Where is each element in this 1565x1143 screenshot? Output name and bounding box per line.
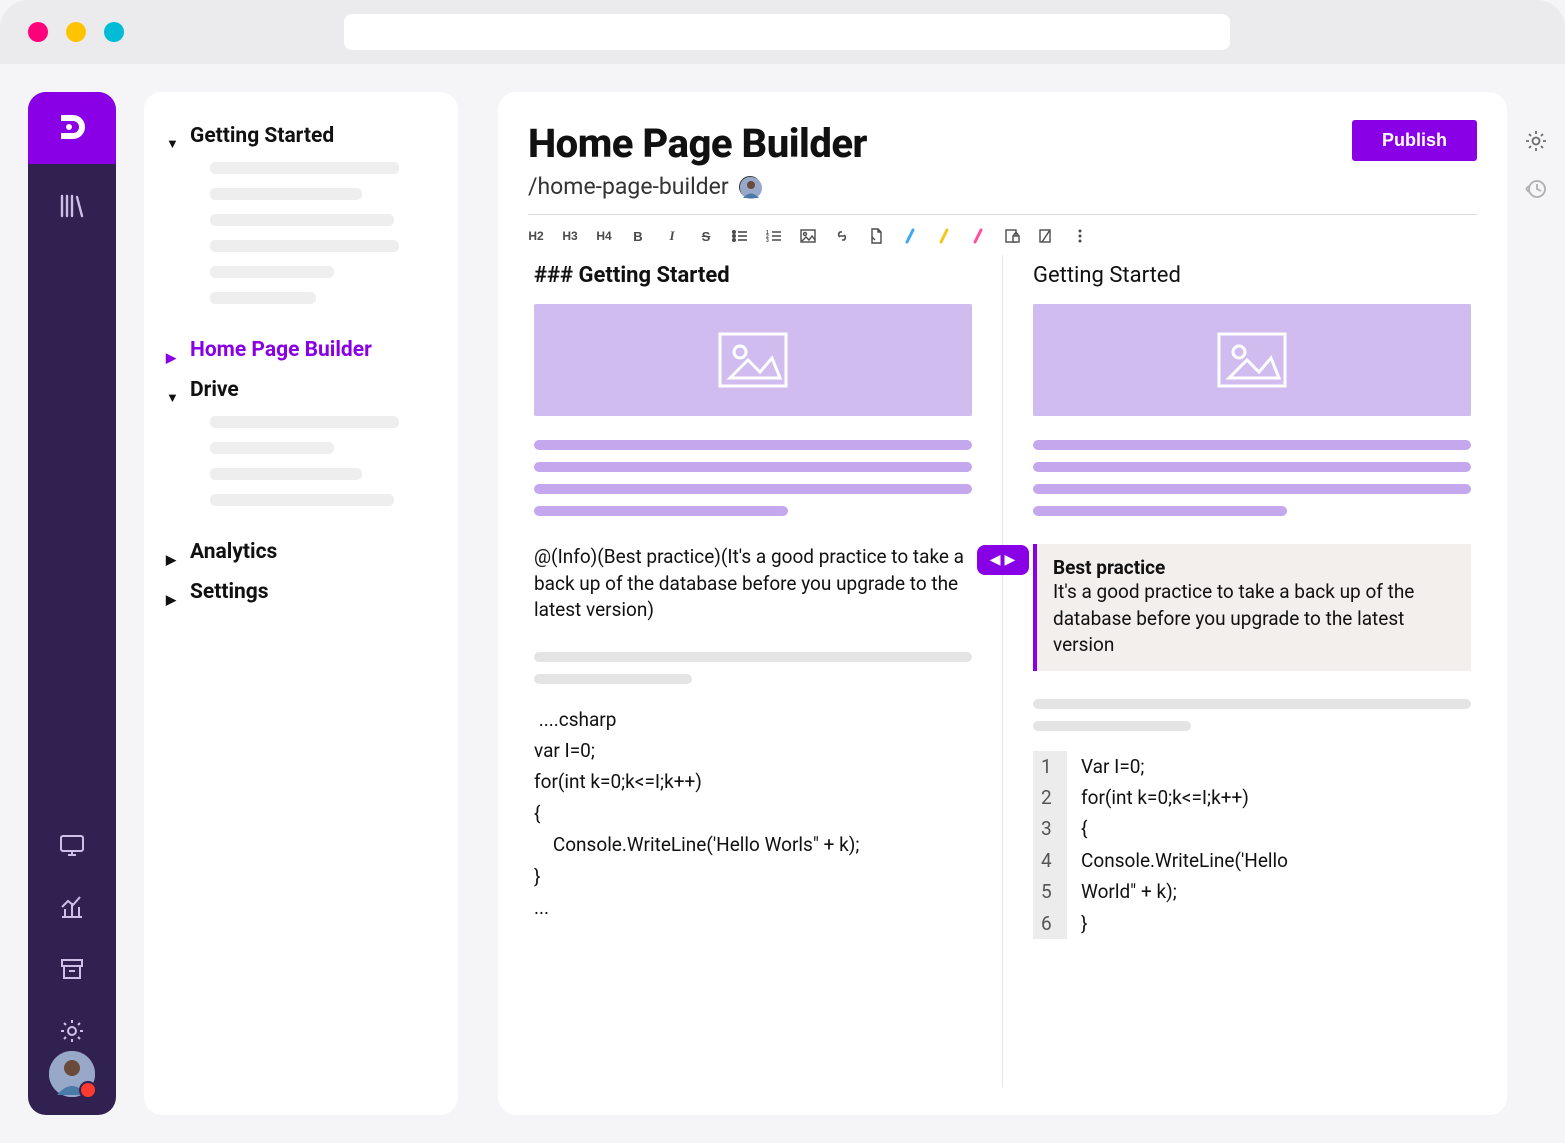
- author-avatar[interactable]: [739, 176, 761, 198]
- image-placeholder: [534, 304, 972, 416]
- window-close[interactable]: [28, 22, 48, 42]
- toolbar-ordered-list-icon[interactable]: 123: [766, 227, 782, 245]
- callout-rendered: Best practice It's a good practice to ta…: [1033, 544, 1471, 671]
- toolbar-bold[interactable]: B: [630, 227, 646, 245]
- toolbar-link-icon[interactable]: [834, 227, 850, 245]
- placeholder-lines: [1033, 699, 1471, 731]
- callout-title: Best practice: [1053, 556, 1455, 579]
- placeholder-lines: [162, 410, 440, 532]
- url-bar[interactable]: [344, 14, 1230, 50]
- split-drag-handle[interactable]: ◀ ▶: [977, 545, 1029, 575]
- settings-gear-icon[interactable]: [1523, 128, 1549, 154]
- toolbar-lock-icon[interactable]: [1004, 227, 1020, 245]
- page-title: Home Page Builder: [528, 120, 867, 167]
- tree-label: Settings: [190, 580, 269, 604]
- toolbar-image-icon[interactable]: [800, 227, 816, 245]
- chevron-right-icon: ▶: [1005, 552, 1016, 568]
- toolbar-h2[interactable]: H2: [528, 227, 544, 245]
- window-controls: [28, 22, 124, 42]
- window-maximize[interactable]: [104, 22, 124, 42]
- history-icon[interactable]: [1523, 176, 1549, 202]
- app-logo[interactable]: [28, 92, 116, 164]
- toolbar-highlight-blue-icon[interactable]: [902, 227, 918, 245]
- svg-text:3: 3: [766, 238, 769, 243]
- editor-toolbar: H2 H3 H4 B I S 123: [528, 223, 1477, 255]
- markdown-source-pane[interactable]: ### Getting Started @(Info)(Best practic…: [528, 255, 1003, 1087]
- toolbar-strike[interactable]: S: [698, 227, 714, 245]
- app-rail: [28, 92, 116, 1115]
- toolbar-italic[interactable]: I: [664, 227, 680, 245]
- caret-right-icon: [166, 344, 178, 356]
- page-slug-row: /home-page-builder: [528, 173, 1477, 200]
- tree-item-drive[interactable]: Drive: [162, 370, 440, 410]
- right-rail: [1507, 92, 1565, 1115]
- caret-down-icon: [166, 130, 178, 142]
- image-placeholder: [1033, 304, 1471, 416]
- code-markdown: ....csharp var I=0; for(int k=0;k<=I;k++…: [534, 704, 972, 923]
- chart-icon[interactable]: [52, 887, 92, 927]
- page-slug: /home-page-builder: [528, 173, 729, 200]
- tree-item-getting-started[interactable]: Getting Started: [162, 116, 440, 156]
- window-chrome: [0, 0, 1565, 64]
- divider: [528, 214, 1477, 215]
- rendered-heading: Getting Started: [1033, 263, 1471, 288]
- monitor-icon[interactable]: [52, 825, 92, 865]
- code-rendered: 1Var I=0; 2for(int k=0;k<=I;k++) 3{ 4 Co…: [1033, 751, 1471, 939]
- gear-icon[interactable]: [52, 1011, 92, 1051]
- archive-icon[interactable]: [52, 949, 92, 989]
- caret-down-icon: [166, 384, 178, 396]
- md-heading: ### Getting Started: [534, 263, 972, 288]
- placeholder-lines: [1033, 440, 1471, 516]
- tree-item-settings[interactable]: Settings: [162, 572, 440, 612]
- publish-button[interactable]: Publish: [1352, 120, 1477, 161]
- toolbar-highlight-yellow-icon[interactable]: [936, 227, 952, 245]
- library-icon[interactable]: [52, 186, 92, 226]
- tree-item-analytics[interactable]: Analytics: [162, 532, 440, 572]
- callout-markdown: @(Info)(Best practice)(It's a good pract…: [534, 544, 972, 624]
- toolbar-h3[interactable]: H3: [562, 227, 578, 245]
- tree-label: Drive: [190, 378, 239, 402]
- toolbar-more-icon[interactable]: [1072, 227, 1088, 245]
- toolbar-bullet-list-icon[interactable]: [732, 227, 748, 245]
- tree-label: Analytics: [190, 540, 277, 564]
- toolbar-file-icon[interactable]: [868, 227, 884, 245]
- tree-label: Home Page Builder: [190, 338, 372, 362]
- caret-right-icon: [166, 546, 178, 558]
- toolbar-unlock-icon[interactable]: [1038, 227, 1054, 245]
- window-minimize[interactable]: [66, 22, 86, 42]
- tree-item-home-page-builder[interactable]: Home Page Builder: [162, 330, 440, 370]
- user-avatar[interactable]: [49, 1051, 95, 1097]
- callout-body: It's a good practice to take a back up o…: [1053, 579, 1455, 659]
- caret-right-icon: [166, 586, 178, 598]
- toolbar-h4[interactable]: H4: [596, 227, 612, 245]
- placeholder-lines: [534, 652, 972, 684]
- toolbar-highlight-pink-icon[interactable]: [970, 227, 986, 245]
- tree-label: Getting Started: [190, 124, 334, 148]
- chevron-left-icon: ◀: [990, 552, 1001, 568]
- placeholder-lines: [534, 440, 972, 516]
- nav-tree: Getting Started Home Page Builder Drive …: [144, 92, 458, 1115]
- rendered-preview-pane: Getting Started Best practice It's a goo…: [1003, 255, 1477, 1087]
- main-panel: Home Page Builder Publish /home-page-bui…: [498, 92, 1507, 1115]
- placeholder-lines: [162, 156, 440, 330]
